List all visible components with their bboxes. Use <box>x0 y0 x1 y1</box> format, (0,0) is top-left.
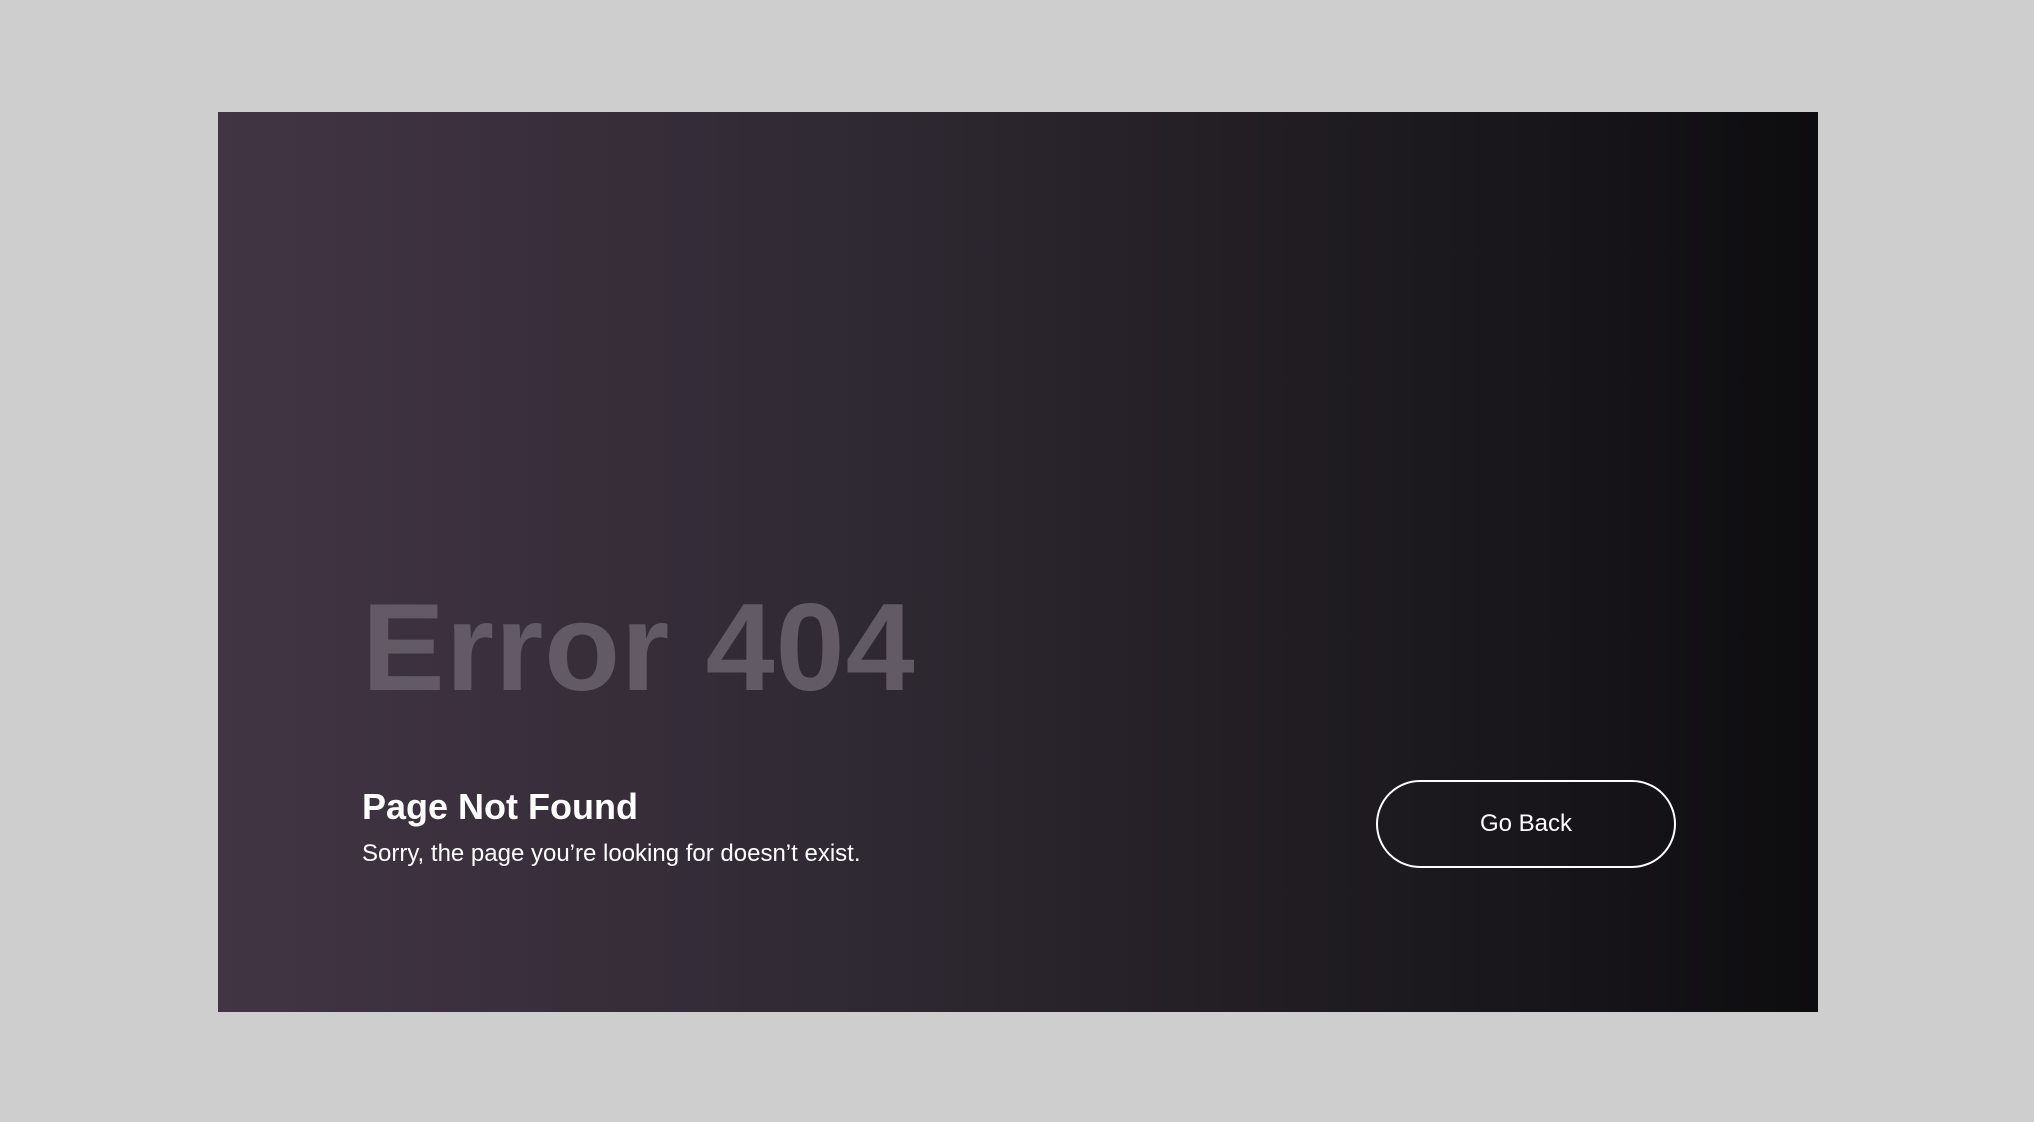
go-back-button[interactable]: Go Back <box>1376 780 1676 868</box>
page-title: Page Not Found <box>362 786 638 827</box>
error-card: Error 404 Page Not Found Sorry, the page… <box>218 112 1818 1012</box>
error-code-heading: Error 404 <box>362 579 916 717</box>
error-message: Sorry, the page you’re looking for doesn… <box>362 840 861 867</box>
